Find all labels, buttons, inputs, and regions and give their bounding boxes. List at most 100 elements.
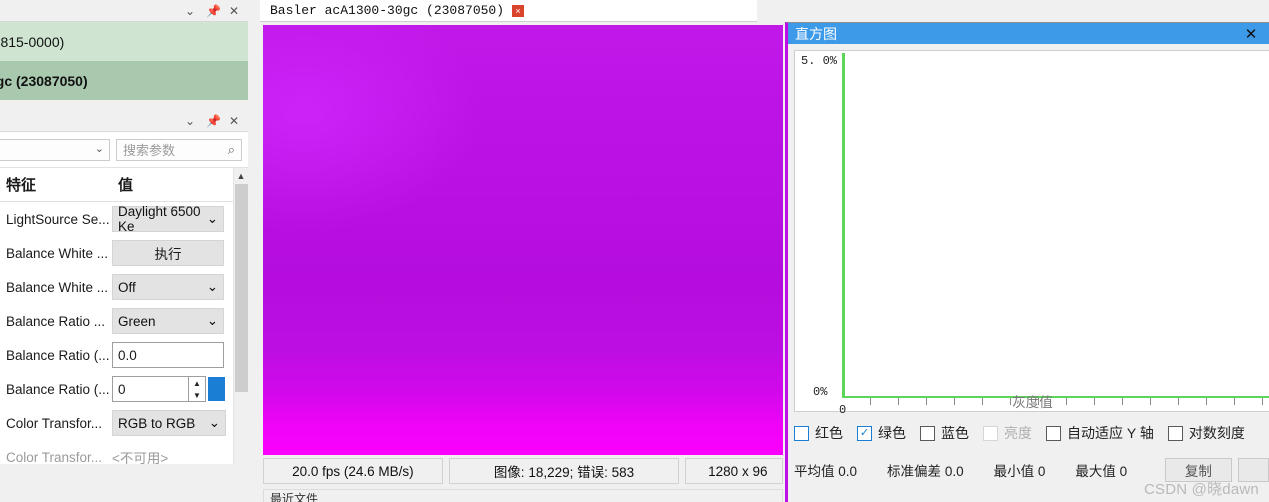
checkbox-auto-scale-y[interactable]: 自动适应 Y 轴 bbox=[1046, 423, 1154, 443]
status-fps: 20.0 fps (24.6 MB/s) bbox=[263, 458, 443, 484]
feature-name: Balance White ... bbox=[6, 279, 109, 295]
select-value: Daylight 6500 Ke bbox=[118, 204, 201, 234]
panel-gap bbox=[0, 100, 248, 110]
feature-grid: 特征 值 LightSource Se... Daylight 6500 Ke … bbox=[0, 168, 248, 466]
feature-value: Daylight 6500 Ke ⌄ bbox=[112, 204, 248, 234]
close-icon[interactable]: × bbox=[512, 4, 525, 17]
table-row[interactable]: Balance Ratio (... 0.0 bbox=[0, 338, 248, 372]
features-panel-window-controls: ⌄ 📌 ✕ bbox=[184, 110, 246, 132]
balance-white-auto-select[interactable]: Off ⌄ bbox=[112, 274, 224, 300]
histogram-plot[interactable]: 5. 0% 0% 0 灰度值 bbox=[794, 50, 1269, 417]
feature-value: 执行 bbox=[112, 240, 248, 266]
camera-view: Basler acA1300-30gc (23087050) × 20.0 fp… bbox=[260, 0, 785, 502]
feature-value: Off ⌄ bbox=[112, 274, 248, 300]
checkbox-box[interactable] bbox=[920, 425, 935, 441]
stat-max-label: 最大值 bbox=[1075, 464, 1116, 479]
checkbox-green[interactable]: ✓ 绿色 bbox=[857, 423, 906, 443]
stat-mean-label: 平均值 bbox=[794, 464, 835, 479]
lightsource-select[interactable]: Daylight 6500 Ke ⌄ bbox=[112, 204, 224, 234]
status-frames: 图像: 18,229; 错误: 583 bbox=[448, 458, 680, 484]
color-transformation-select[interactable]: RGB to RGB ⌄ bbox=[112, 410, 226, 436]
camera-image-canvas[interactable] bbox=[263, 25, 783, 455]
balance-ratio-selector-select[interactable]: Green ⌄ bbox=[112, 308, 224, 334]
table-row[interactable]: Color Transfor... RGB to RGB ⌄ bbox=[0, 406, 248, 440]
device-label: (0815-0000) bbox=[0, 33, 65, 50]
stat-stddev-label: 标准偏差 bbox=[887, 464, 942, 479]
search-input[interactable]: 搜索参数 ⌕ bbox=[116, 138, 242, 161]
feature-name: Balance Ratio (... bbox=[6, 381, 110, 397]
table-row[interactable]: Balance White ... 执行 bbox=[0, 236, 248, 270]
checkbox-label: 红色 bbox=[815, 425, 843, 441]
device-list-item-selected[interactable]: 0gc (23087050) bbox=[0, 61, 248, 100]
table-row[interactable]: LightSource Se... Daylight 6500 Ke ⌄ bbox=[0, 202, 248, 236]
close-icon[interactable]: ✕ bbox=[1233, 23, 1269, 44]
checkbox-red[interactable]: 红色 bbox=[794, 423, 843, 443]
camera-status-bar: 20.0 fps (24.6 MB/s) 图像: 18,229; 错误: 583… bbox=[263, 458, 783, 484]
field-value: 0.0 bbox=[118, 347, 137, 363]
tab-camera[interactable]: Basler acA1300-30gc (23087050) × bbox=[260, 0, 534, 22]
chevron-down-icon: ⌄ bbox=[206, 211, 218, 226]
visibility-select[interactable]: ⌄ bbox=[0, 138, 110, 161]
checkbox-blue[interactable]: 蓝色 bbox=[920, 423, 969, 443]
stat-mean: 平均值 0.0 bbox=[794, 460, 857, 480]
search-icon: ⌕ bbox=[227, 141, 235, 157]
feature-name: Balance White ... bbox=[6, 245, 109, 261]
chevron-down-icon[interactable]: ⌄ bbox=[184, 115, 196, 127]
close-icon[interactable]: ✕ bbox=[228, 5, 240, 17]
value-unavailable: <不可用> bbox=[112, 451, 169, 466]
checkbox-box[interactable] bbox=[1046, 425, 1061, 441]
histogram-window: 直方图 ✕ 5. 0% 0% 0 灰度值 红色 ✓ 绿色 蓝色 亮度 自动适应 … bbox=[785, 22, 1269, 502]
feature-grid-header: 特征 值 bbox=[0, 168, 248, 202]
feature-name: Balance Ratio ... bbox=[6, 313, 106, 329]
checkbox-box[interactable] bbox=[1167, 425, 1183, 441]
device-panel-header: ⌄ 📌 ✕ bbox=[0, 0, 248, 22]
table-row: Color Transfor... <不可用> bbox=[0, 440, 248, 474]
pin-icon[interactable]: 📌 bbox=[206, 115, 221, 127]
secondary-button[interactable] bbox=[1237, 458, 1269, 482]
chevron-down-icon: ⌄ bbox=[94, 142, 104, 155]
pin-icon[interactable]: 📌 bbox=[206, 5, 221, 17]
table-row[interactable]: Balance Ratio (... 0 ▲ ▼ bbox=[0, 372, 248, 406]
stat-stddev-value: 0.0 bbox=[944, 464, 964, 479]
device-list: (0815-0000) 0gc (23087050) bbox=[0, 22, 248, 100]
feature-value: 0.0 bbox=[112, 342, 248, 368]
select-value: Green bbox=[118, 313, 156, 329]
field-value: 0 bbox=[118, 381, 126, 397]
histogram-bar-green bbox=[842, 53, 845, 398]
feature-grid-scrollbar[interactable]: ▲ bbox=[233, 168, 248, 464]
chevron-down-icon: ⌄ bbox=[206, 279, 218, 294]
y-axis-max-label: 5. 0% bbox=[801, 54, 838, 68]
column-header-value: 值 bbox=[118, 177, 134, 194]
checkbox-box[interactable]: ✓ bbox=[857, 425, 872, 441]
balance-ratio-abs-field[interactable]: 0.0 bbox=[112, 342, 224, 368]
camera-bottom-strip: 最近文件 bbox=[263, 489, 783, 502]
histogram-titlebar[interactable]: 直方图 ✕ bbox=[788, 23, 1269, 44]
checkbox-box[interactable] bbox=[794, 425, 809, 441]
stat-min: 最小值 0 bbox=[994, 460, 1046, 480]
close-icon[interactable]: ✕ bbox=[228, 115, 240, 127]
balance-ratio-raw-stepper[interactable]: 0 ▲ ▼ bbox=[112, 376, 206, 402]
scroll-up-icon[interactable]: ▲ bbox=[234, 168, 248, 183]
chevron-down-icon[interactable]: ⌄ bbox=[184, 5, 196, 17]
features-panel-header: ⌄ 📌 ✕ bbox=[0, 110, 248, 132]
table-row[interactable]: Balance Ratio ... Green ⌄ bbox=[0, 304, 248, 338]
select-value: Off bbox=[118, 279, 136, 295]
stat-min-value: 0 bbox=[1037, 464, 1046, 479]
device-panel-window-controls: ⌄ 📌 ✕ bbox=[184, 0, 246, 22]
execute-button[interactable]: 执行 bbox=[112, 240, 224, 266]
checkbox-label: 对数刻度 bbox=[1188, 425, 1245, 441]
stepper-buttons[interactable]: ▲ ▼ bbox=[188, 377, 205, 401]
scrollbar-thumb[interactable] bbox=[235, 184, 248, 392]
checkbox-label: 蓝色 bbox=[941, 425, 969, 441]
stepper-up-icon[interactable]: ▲ bbox=[189, 377, 205, 389]
device-list-item[interactable]: (0815-0000) bbox=[0, 22, 248, 61]
copy-button[interactable]: 复制 bbox=[1165, 458, 1232, 482]
color-swatch[interactable] bbox=[208, 377, 225, 401]
feature-name: Color Transfor... bbox=[6, 415, 103, 431]
stepper-down-icon[interactable]: ▼ bbox=[189, 389, 205, 401]
checkbox-log-scale[interactable]: 对数刻度 bbox=[1167, 423, 1245, 443]
feature-name: LightSource Se... bbox=[6, 211, 110, 227]
table-row[interactable]: Balance White ... Off ⌄ bbox=[0, 270, 248, 304]
feature-filter-row: ⌄ 搜索参数 ⌕ bbox=[0, 132, 248, 168]
stat-stddev: 标准偏差 0.0 bbox=[887, 460, 964, 480]
